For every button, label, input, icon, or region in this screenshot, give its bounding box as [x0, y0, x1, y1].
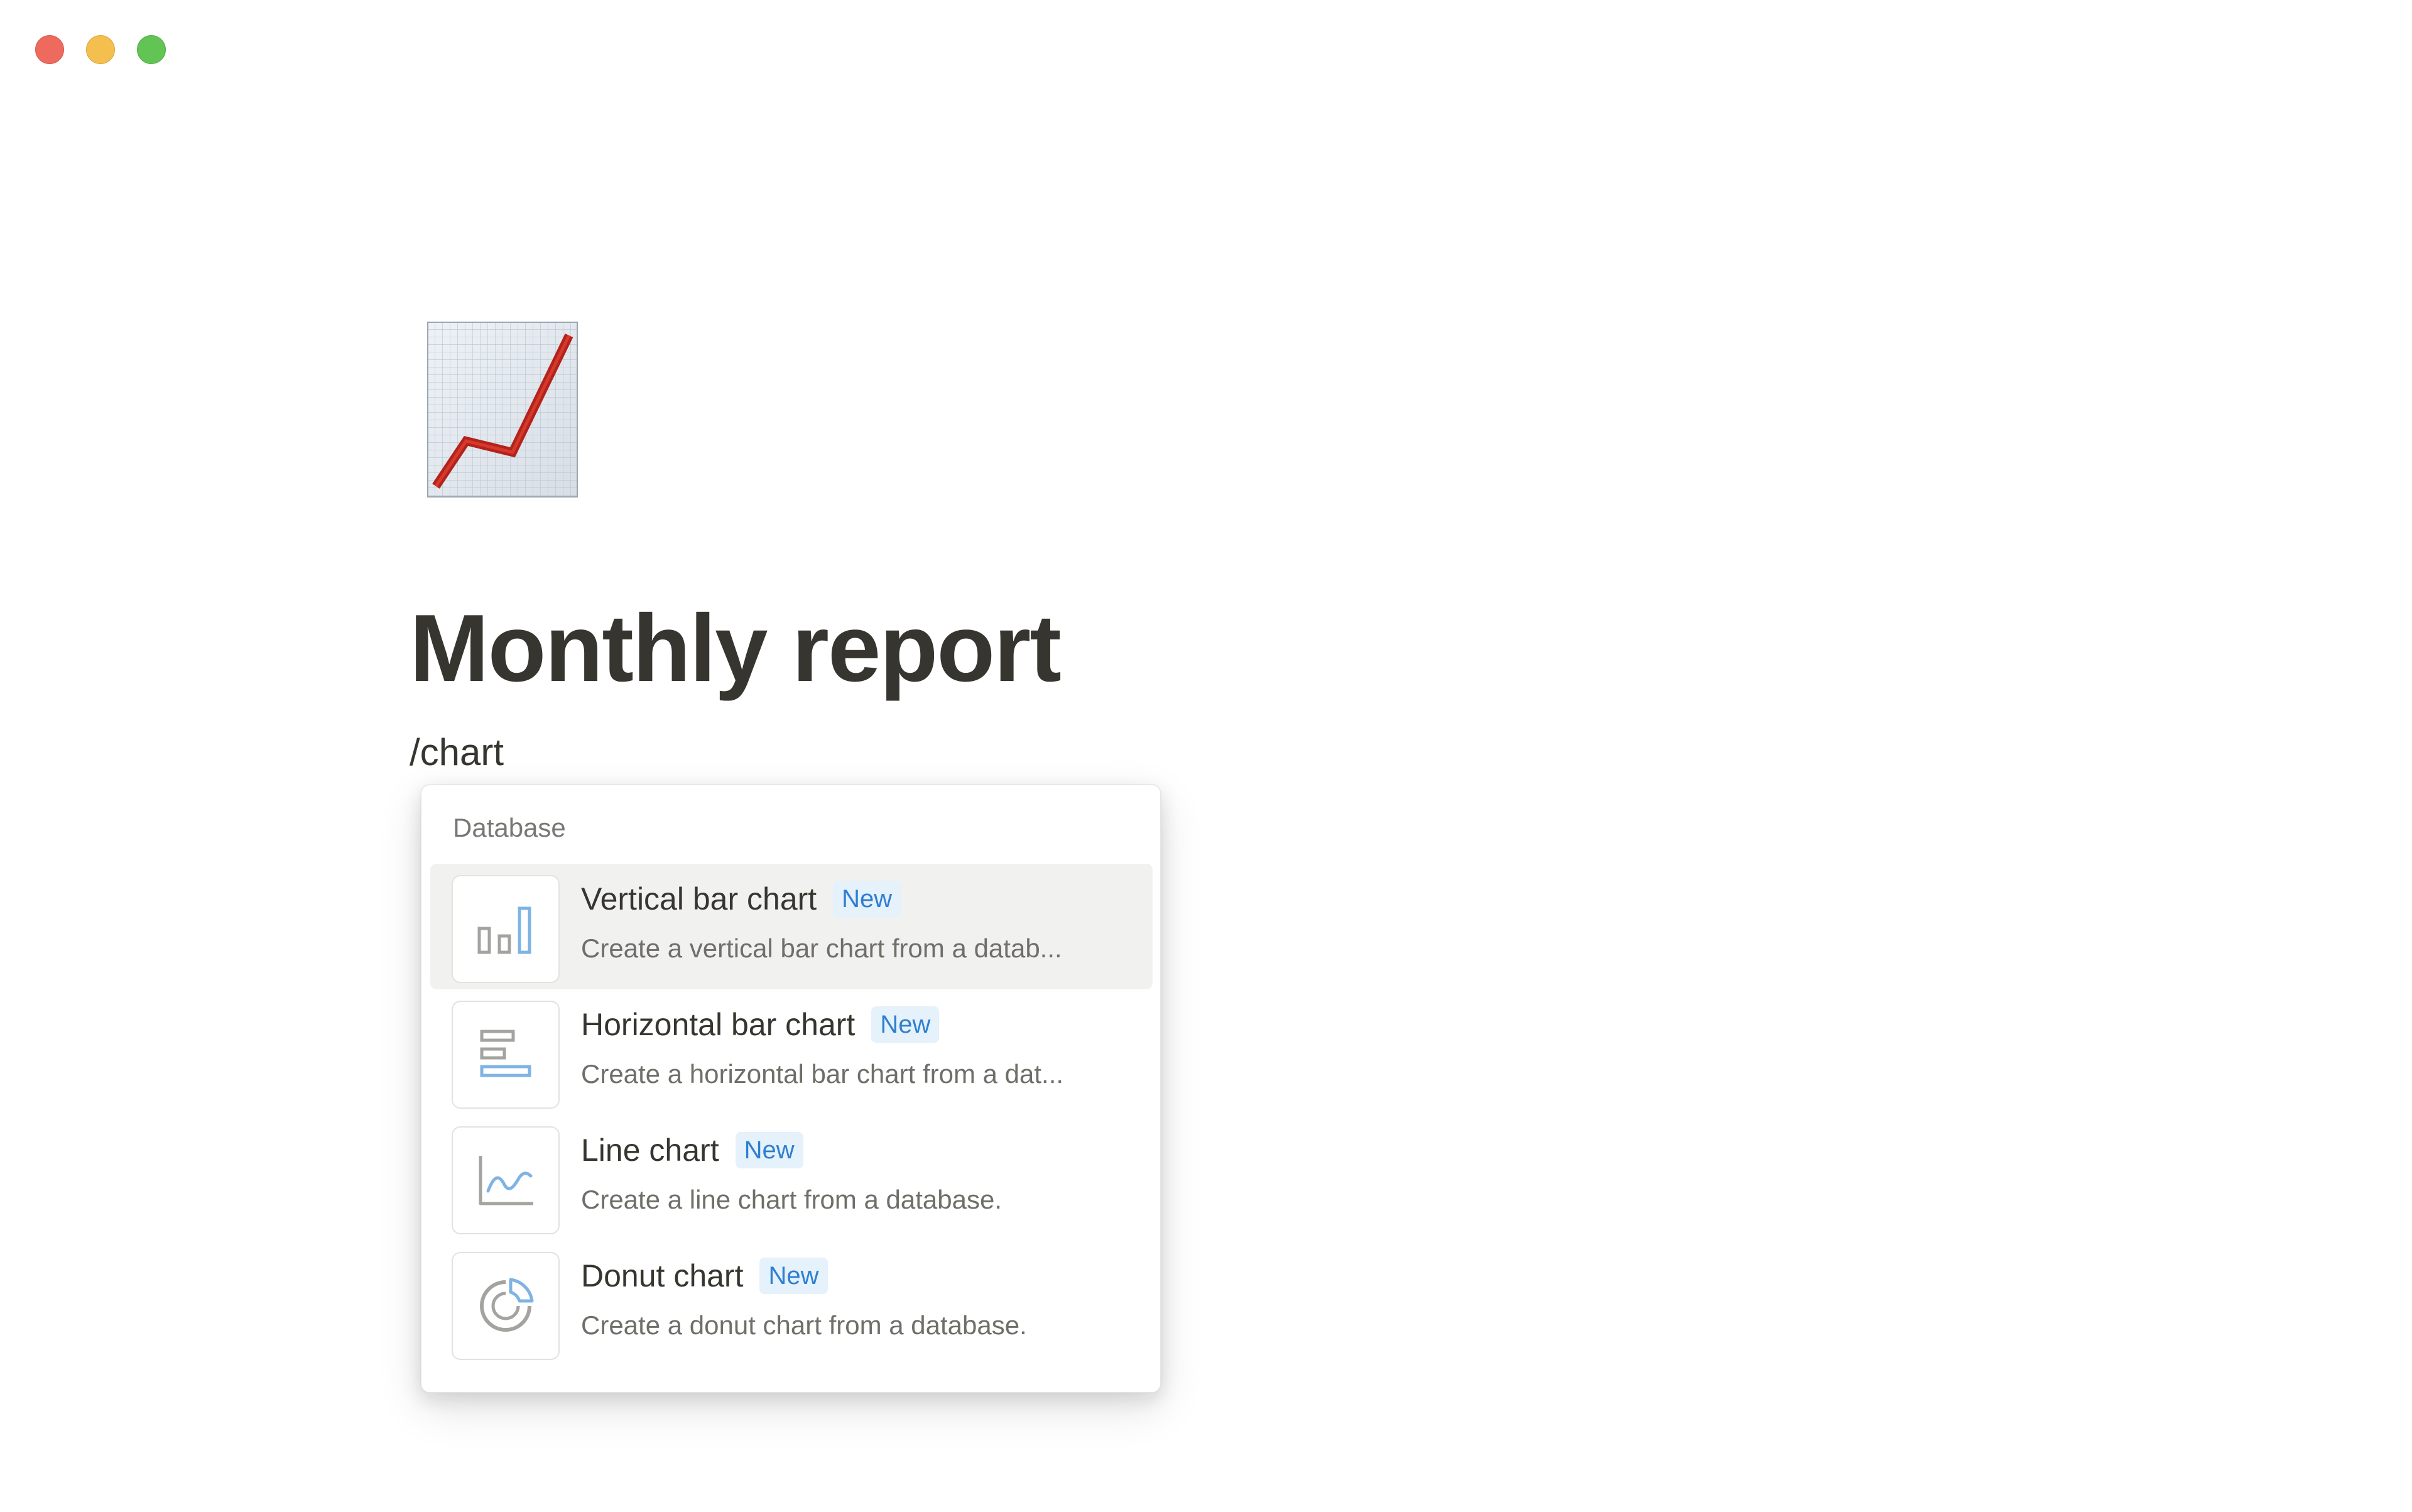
new-badge: New [759, 1258, 828, 1294]
menu-item-donut-chart[interactable]: Donut chart New Create a donut chart fro… [430, 1241, 1153, 1366]
new-badge: New [735, 1132, 803, 1168]
menu-item-description: Create a line chart from a database. [581, 1185, 1002, 1214]
window-controls [35, 35, 166, 64]
menu-section-label: Database [453, 813, 566, 842]
menu-item-title-text: Donut chart [581, 1258, 744, 1293]
new-badge: New [871, 1006, 940, 1043]
chart-increasing-icon[interactable] [427, 322, 578, 498]
menu-item-title-text: Horizontal bar chart [581, 1007, 856, 1042]
slash-command-menu: Database Vertical bar chart New Create a… [421, 785, 1161, 1393]
close-window-button[interactable] [35, 35, 64, 64]
menu-item-description: Create a vertical bar chart from a datab… [581, 933, 1062, 963]
donut-chart-icon [452, 1252, 560, 1360]
menu-item-horizontal-bar-chart[interactable]: Horizontal bar chart New Create a horizo… [430, 989, 1153, 1115]
new-badge: New [833, 881, 901, 917]
menu-item-title-text: Line chart [581, 1133, 719, 1168]
vertical-bar-chart-icon [452, 875, 560, 983]
horizontal-bar-chart-icon [452, 1001, 560, 1109]
menu-item-title: Donut chart New [581, 1257, 828, 1295]
menu-item-title: Vertical bar chart New [581, 880, 901, 918]
minimize-window-button[interactable] [86, 35, 115, 64]
page-title[interactable]: Monthly report [410, 594, 1062, 704]
menu-item-title-text: Vertical bar chart [581, 881, 817, 916]
menu-item-description: Create a horizontal bar chart from a dat… [581, 1059, 1064, 1089]
menu-item-vertical-bar-chart[interactable]: Vertical bar chart New Create a vertical… [430, 864, 1153, 989]
menu-item-title: Horizontal bar chart New [581, 1006, 940, 1043]
menu-item-line-chart[interactable]: Line chart New Create a line chart from … [430, 1115, 1153, 1241]
menu-item-title: Line chart New [581, 1131, 803, 1169]
menu-item-description: Create a donut chart from a database. [581, 1310, 1027, 1340]
app-window: Monthly report /chart Database Vertical … [0, 0, 2412, 1512]
line-chart-icon [452, 1126, 560, 1234]
maximize-window-button[interactable] [137, 35, 166, 64]
slash-command-input[interactable]: /chart [410, 730, 504, 775]
